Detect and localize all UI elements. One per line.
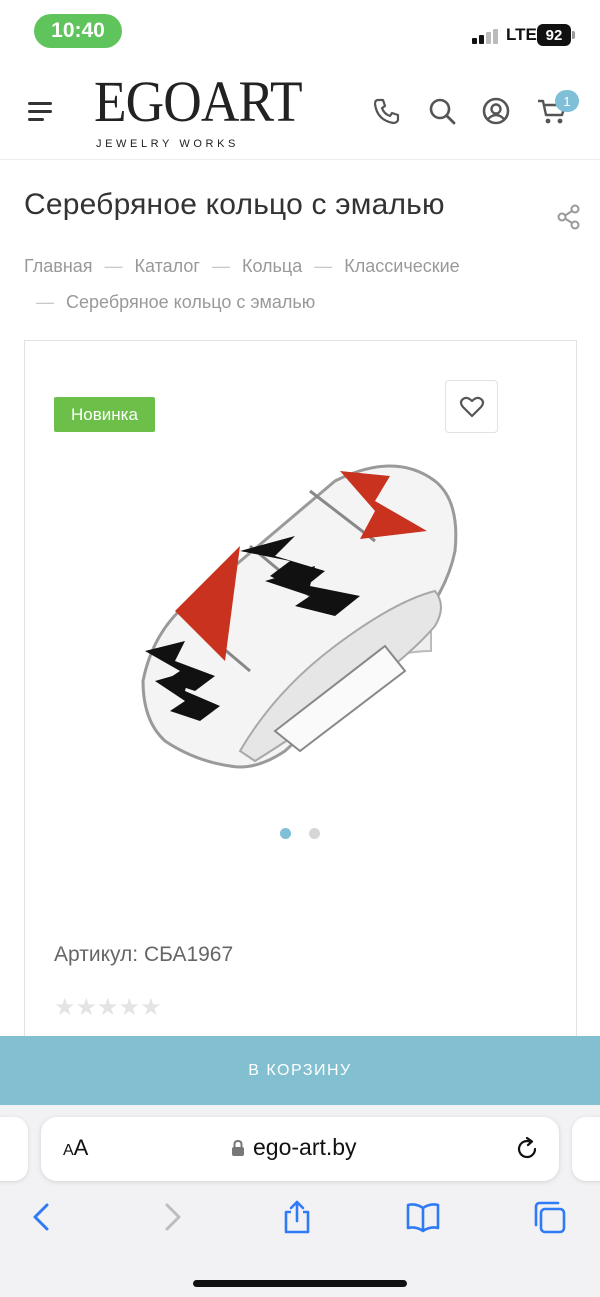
next-tab-peek[interactable] <box>572 1117 600 1181</box>
cart-count-badge: 1 <box>555 90 579 112</box>
heart-icon <box>459 396 484 417</box>
site-header: EGOART JEWELRY WORKS 1 <box>0 62 600 160</box>
product-card: Новинка Артикул: СБА1967 ★★★★★ <box>24 340 577 1060</box>
breadcrumb-separator: — <box>211 256 230 276</box>
tabs-icon[interactable] <box>532 1199 568 1235</box>
status-bar: 10:40 LTE 92 <box>0 0 600 62</box>
logo-text: EGOART <box>94 69 303 134</box>
product-sku: Артикул: СБА1967 <box>54 943 234 966</box>
breadcrumb-rings[interactable]: Кольца <box>242 256 302 276</box>
breadcrumb-home[interactable]: Главная <box>24 256 93 276</box>
breadcrumb-separator: — <box>104 256 123 276</box>
battery-icon: 92 <box>537 24 571 46</box>
previous-tab-peek[interactable] <box>0 1117 28 1181</box>
bookmarks-icon[interactable] <box>405 1199 441 1235</box>
site-logo[interactable]: EGOART JEWELRY WORKS <box>94 69 303 156</box>
battery-tip <box>572 31 575 39</box>
back-icon[interactable] <box>24 1199 60 1235</box>
network-label: LTE <box>506 25 537 44</box>
search-icon[interactable] <box>427 96 457 126</box>
status-time: 10:40 <box>34 14 122 48</box>
reader-options-button[interactable]: AA <box>63 1135 88 1161</box>
gallery-pagination <box>280 828 330 842</box>
page-title: Серебряное кольцо с эмалью <box>24 188 445 221</box>
aa-small: A <box>63 1142 74 1159</box>
share-sheet-icon[interactable] <box>279 1199 315 1235</box>
rating-stars[interactable]: ★★★★★ <box>54 993 162 1022</box>
url-text: ego-art.by <box>253 1134 357 1160</box>
aa-large: A <box>73 1135 89 1160</box>
gallery-dot-active[interactable] <box>280 828 291 839</box>
menu-icon[interactable] <box>28 102 54 122</box>
forward-icon[interactable] <box>154 1199 190 1235</box>
account-icon[interactable] <box>481 96 511 126</box>
breadcrumb-current: Серебряное кольцо с эмалью <box>66 292 316 312</box>
signal-icon <box>472 28 502 44</box>
logo-subtitle: JEWELRY WORKS <box>96 138 239 150</box>
share-icon[interactable] <box>556 204 582 230</box>
url-display[interactable]: ego-art.by <box>231 1134 357 1161</box>
breadcrumb-catalog[interactable]: Каталог <box>135 256 200 276</box>
phone-icon[interactable] <box>372 96 402 126</box>
breadcrumb-separator: — <box>314 256 333 276</box>
gallery-dot[interactable] <box>309 828 320 839</box>
breadcrumb-separator: — <box>36 292 54 312</box>
breadcrumb-classic[interactable]: Классические <box>344 256 459 276</box>
home-indicator <box>193 1280 407 1287</box>
address-bar[interactable]: AA ego-art.by <box>41 1117 559 1181</box>
product-image[interactable] <box>135 421 475 771</box>
lock-icon <box>232 1139 244 1156</box>
browser-toolbar: AA ego-art.by <box>0 1105 600 1297</box>
add-to-cart-button[interactable]: В КОРЗИНУ <box>0 1036 600 1105</box>
reload-icon[interactable] <box>513 1135 541 1163</box>
breadcrumb: Главная — Каталог — Кольца — Классические — Сер… <box>24 248 584 320</box>
